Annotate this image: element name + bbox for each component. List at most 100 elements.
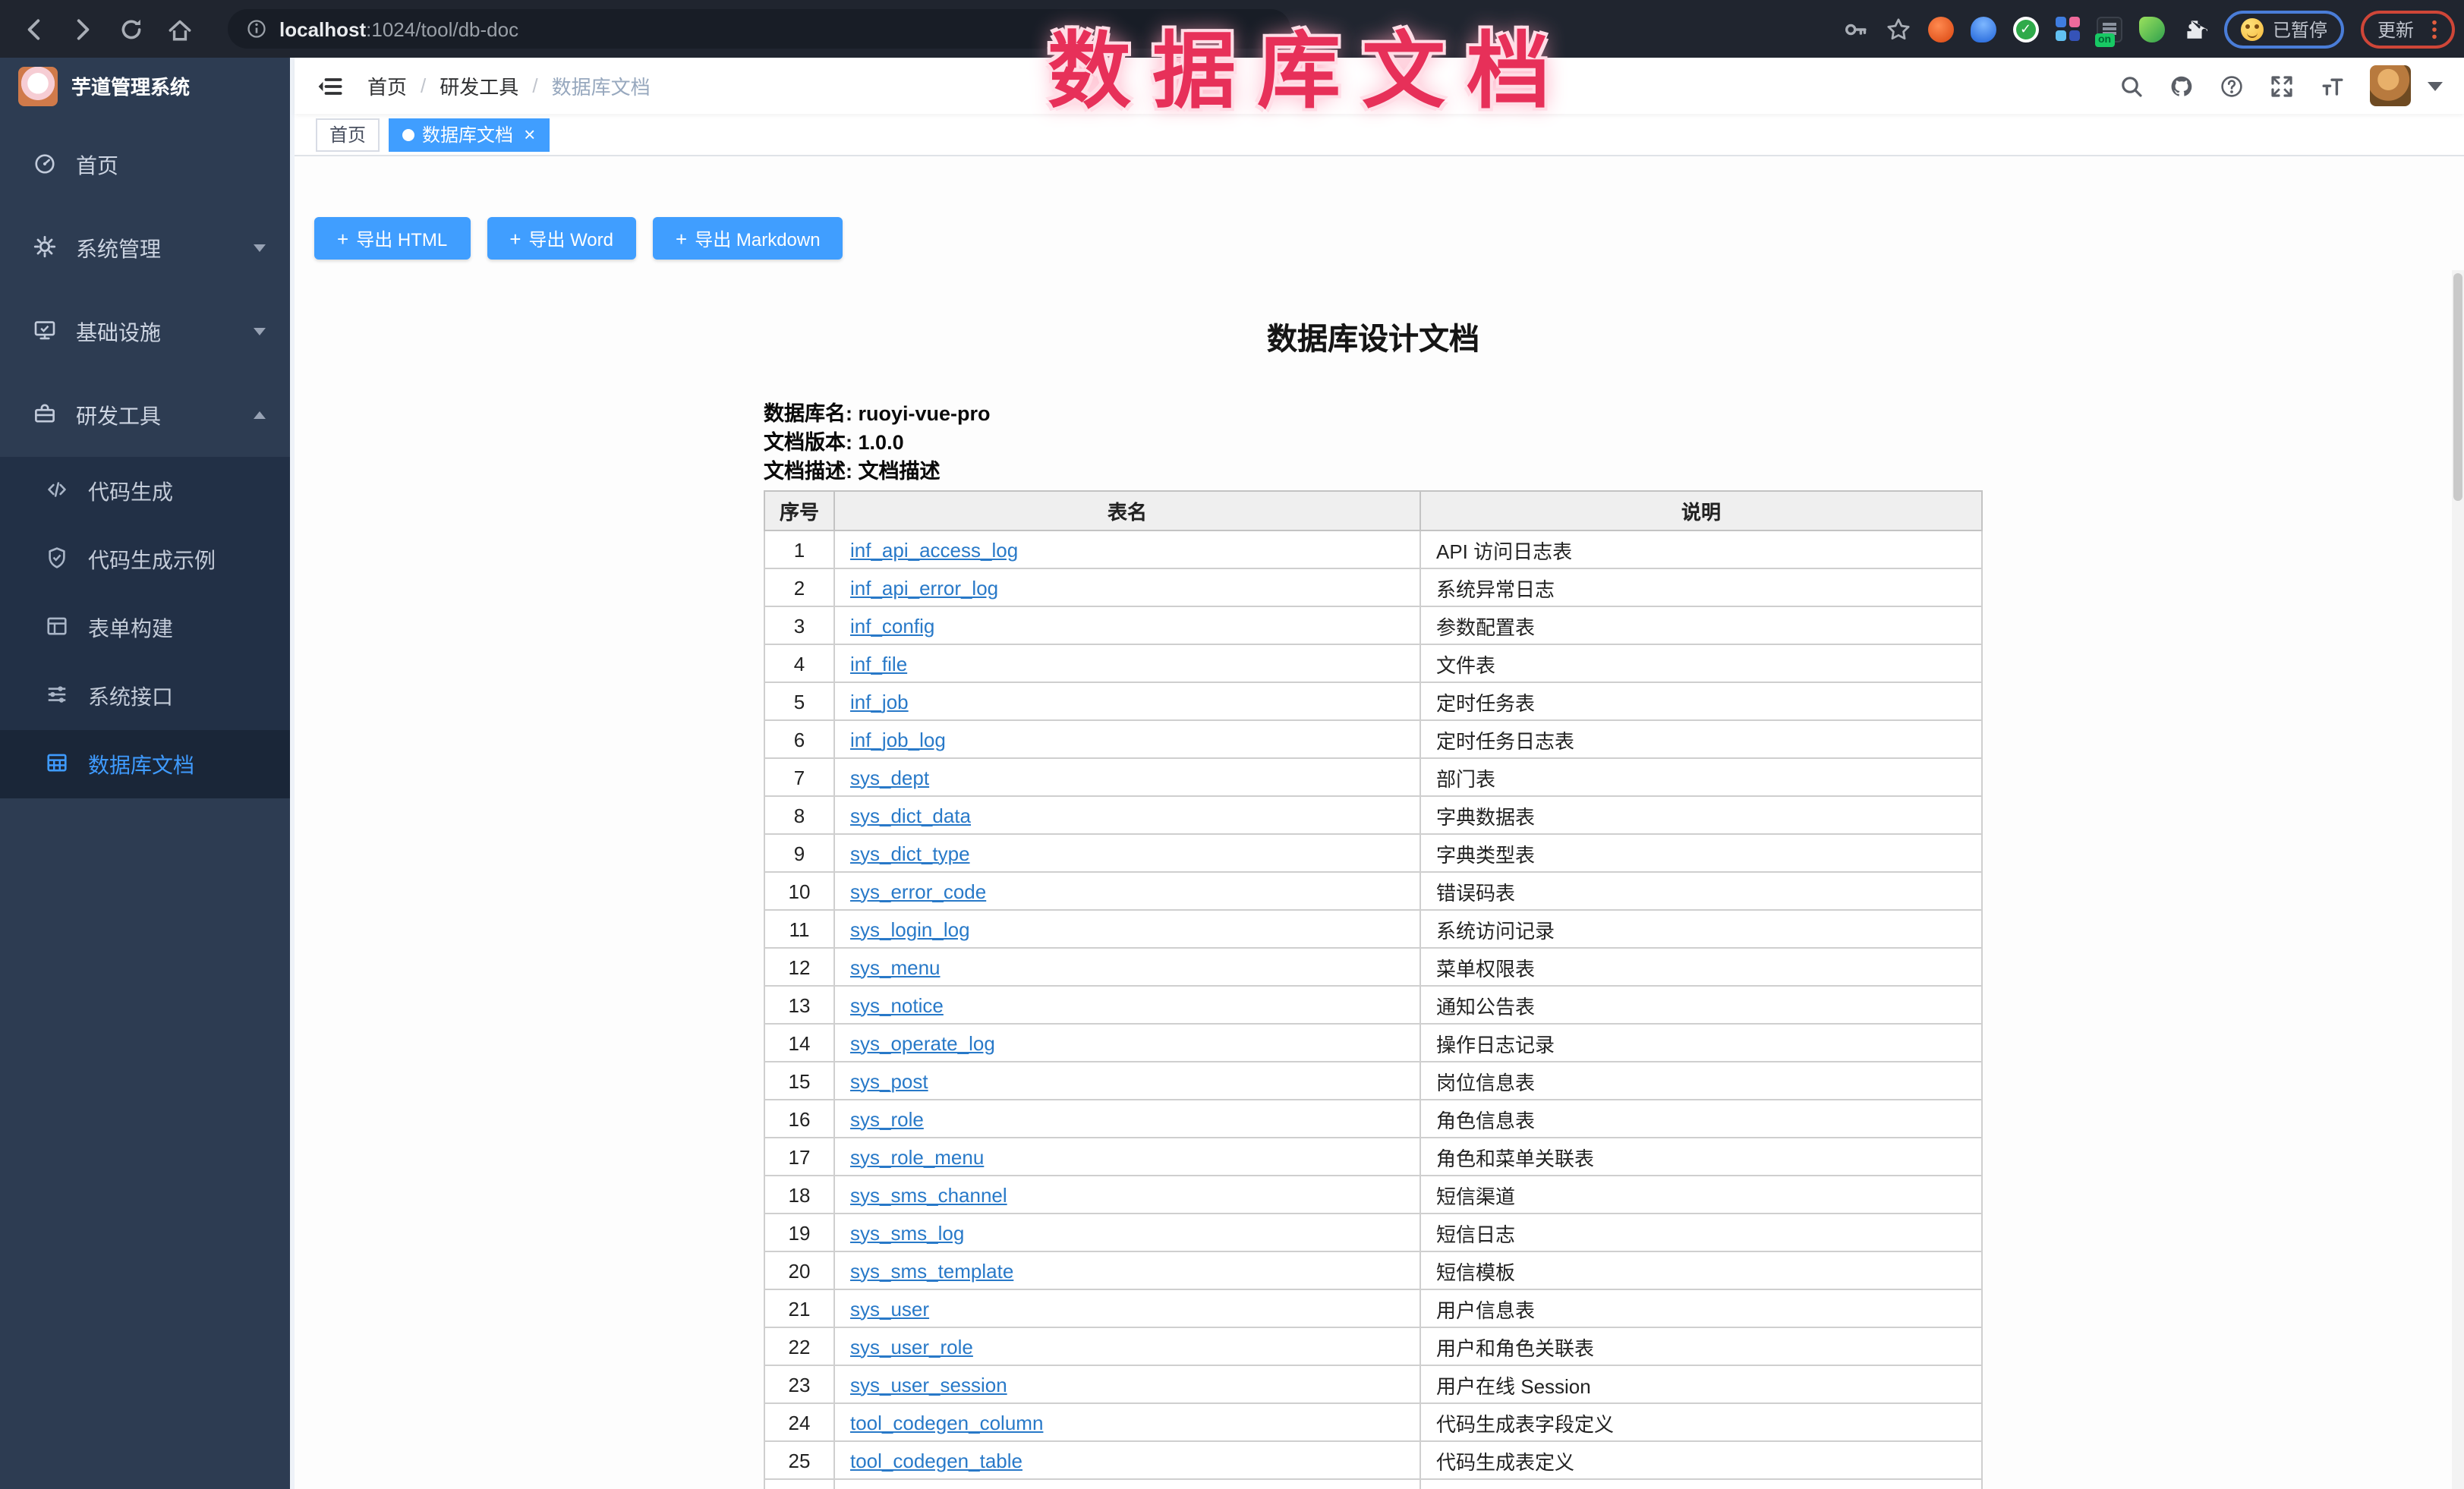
table-link[interactable]: sys_user	[850, 1297, 929, 1320]
row-description: 系统访问记录	[1420, 910, 1982, 948]
meta-line: 文档描述: 文档描述	[764, 457, 1983, 486]
url-text: localhost:1024/tool/db-doc	[279, 17, 518, 40]
tab-db-doc[interactable]: 数据库文档	[389, 118, 549, 151]
browser-home-icon[interactable]	[167, 16, 193, 42]
close-icon[interactable]	[524, 124, 535, 144]
table-link[interactable]: inf_file	[850, 652, 907, 675]
browser-forward-icon[interactable]	[70, 16, 96, 42]
table-link[interactable]: sys_dict_type	[850, 842, 970, 864]
password-key-icon[interactable]	[1843, 16, 1869, 42]
table-link[interactable]: tool_codegen_table	[850, 1449, 1022, 1472]
table-icon	[46, 751, 68, 778]
row-number: 22	[764, 1327, 834, 1365]
github-icon[interactable]	[2169, 74, 2194, 98]
table-link[interactable]: sys_post	[850, 1069, 928, 1092]
table-link[interactable]: sys_operate_log	[850, 1031, 995, 1054]
breadcrumb-item: 数据库文档	[552, 71, 651, 100]
logo-image	[18, 66, 58, 105]
extension-icon[interactable]: on	[2097, 16, 2122, 42]
table-link[interactable]: sys_sms_template	[850, 1259, 1013, 1282]
breadcrumb: 首页/研发工具/数据库文档	[367, 71, 651, 100]
site-info-icon[interactable]	[246, 18, 267, 39]
sidebar-item-form-builder[interactable]: 表单构建	[0, 593, 290, 662]
page-content: 导出 HTML导出 Word导出 Markdown 数据库设计文档 数据库名: …	[295, 156, 2464, 1489]
extension-icon[interactable]	[1971, 16, 1996, 42]
table-link[interactable]: sys_menu	[850, 955, 941, 978]
table-link[interactable]: sys_user_role	[850, 1335, 973, 1358]
extension-icon[interactable]	[2056, 17, 2080, 41]
tool_codegen_column: 24 tool_codegen_column 代码生成表字段定义	[764, 1403, 1982, 1441]
row-number: 19	[764, 1214, 834, 1251]
content-scrollbar[interactable]	[2452, 270, 2464, 1489]
table-link[interactable]: sys_sms_channel	[850, 1183, 1007, 1206]
profile-paused-badge[interactable]: 已暂停	[2224, 10, 2344, 48]
shield-check-icon	[46, 546, 68, 573]
form-icon	[46, 614, 68, 641]
table-link[interactable]: sys_role	[850, 1107, 924, 1130]
user-menu-caret-icon[interactable]	[2428, 81, 2443, 90]
paused-label: 已暂停	[2273, 16, 2327, 42]
browser-back-icon[interactable]	[21, 16, 47, 42]
col-header-num: 序号	[764, 491, 834, 530]
menu-dots-icon[interactable]	[2423, 17, 2446, 40]
sys_role_menu: 17 sys_role_menu 角色和菜单关联表	[764, 1138, 1982, 1176]
table-link[interactable]: inf_api_access_log	[850, 538, 1018, 561]
app-title: 芋道管理系统	[71, 71, 190, 100]
bookmark-star-icon[interactable]	[1886, 16, 1911, 42]
sidebar-collapse-icon[interactable]	[316, 72, 343, 99]
table-link[interactable]: sys_user_session	[850, 1373, 1007, 1396]
search-icon[interactable]	[2119, 74, 2144, 98]
breadcrumb-item[interactable]: 首页	[367, 71, 407, 100]
sys_dict_type: 9 sys_dict_type 字典类型表	[764, 834, 1982, 872]
sidebar-item-codegen[interactable]: 代码生成	[0, 457, 290, 525]
extension-icon[interactable]	[2139, 16, 2165, 42]
help-icon[interactable]	[2220, 74, 2244, 98]
fullscreen-icon[interactable]	[2270, 74, 2294, 98]
browser-reload-icon[interactable]	[118, 16, 144, 42]
sliders-icon	[46, 682, 68, 710]
table-link[interactable]: inf_job_log	[850, 728, 946, 751]
table-link[interactable]: tool_codegen_column	[850, 1411, 1043, 1434]
sidebar-item-devtools[interactable]: 研发工具	[0, 373, 290, 457]
extension-icon[interactable]	[1928, 16, 1954, 42]
scrollbar-thumb[interactable]	[2453, 273, 2462, 501]
browser-update-button[interactable]: 更新	[2361, 10, 2455, 48]
table-link[interactable]: sys_dict_data	[850, 804, 971, 826]
meta-line: 数据库名: ruoyi-vue-pro	[764, 399, 1983, 428]
export-html-button[interactable]: 导出 HTML	[314, 217, 470, 260]
sidebar-item-system[interactable]: 系统管理	[0, 206, 290, 290]
extensions-puzzle-icon[interactable]	[2182, 16, 2207, 42]
sidebar-item-label: 表单构建	[88, 612, 173, 643]
table-link[interactable]: sys_notice	[850, 993, 944, 1016]
table-link[interactable]: sys_dept	[850, 766, 929, 789]
extension-icon[interactable]: ✓	[2013, 16, 2039, 42]
sidebar-item-home[interactable]: 首页	[0, 123, 290, 206]
row-description: API 访问日志表	[1420, 530, 1982, 568]
export-markdown-button[interactable]: 导出 Markdown	[653, 217, 843, 260]
export-word-button[interactable]: 导出 Word	[487, 217, 636, 260]
table-link[interactable]: sys_login_log	[850, 918, 970, 940]
font-size-icon[interactable]	[2320, 74, 2344, 98]
table-link[interactable]: sys_error_code	[850, 880, 986, 902]
row-number: 1	[764, 530, 834, 568]
table-link[interactable]: sys_role_menu	[850, 1145, 984, 1168]
meta-line: 文档版本: 1.0.0	[764, 428, 1983, 457]
sys_user_session: 23 sys_user_session 用户在线 Session	[764, 1365, 1982, 1403]
table-link[interactable]: inf_config	[850, 614, 934, 637]
sidebar-item-system-api[interactable]: 系统接口	[0, 662, 290, 730]
row-number: 25	[764, 1441, 834, 1479]
tab-home[interactable]: 首页	[316, 118, 380, 151]
breadcrumb-item[interactable]: 研发工具	[440, 71, 518, 100]
table-link[interactable]: inf_job	[850, 690, 909, 713]
user-avatar[interactable]	[2370, 65, 2411, 106]
sidebar-item-infra[interactable]: 基础设施	[0, 290, 290, 373]
sys_user: 21 sys_user 用户信息表	[764, 1289, 1982, 1327]
sidebar-item-db-doc[interactable]: 数据库文档	[0, 730, 290, 798]
row-description: 通知公告表	[1420, 986, 1982, 1024]
table-link[interactable]: inf_api_error_log	[850, 576, 998, 599]
screen: localhost:1024/tool/db-doc ✓ on 已暂停 更新	[0, 0, 2464, 1489]
table-link[interactable]: sys_sms_log	[850, 1221, 964, 1244]
row-number: 21	[764, 1289, 834, 1327]
row-number: 23	[764, 1365, 834, 1403]
sidebar-item-codegen-demo[interactable]: 代码生成示例	[0, 525, 290, 593]
